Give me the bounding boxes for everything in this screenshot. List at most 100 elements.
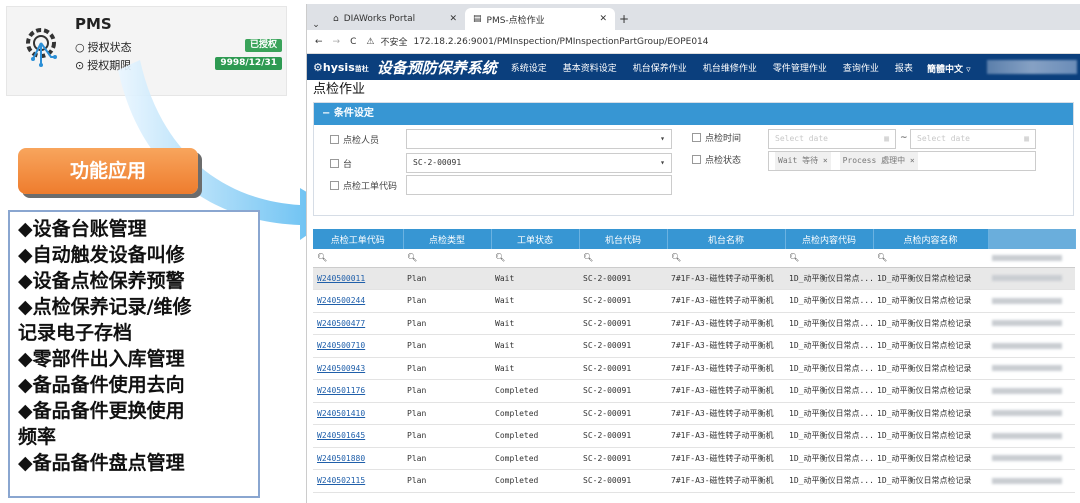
search-icon[interactable]: 🔍︎ [667,249,785,268]
table-cell: SC-2-00091 [579,469,667,493]
filter-row: 🔍︎ 🔍︎ 🔍︎ 🔍︎ 🔍︎ 🔍︎ 🔍︎ [313,249,1075,268]
menu-machine-maintenance[interactable]: 机台保养作业 [633,61,687,74]
calendar-icon[interactable]: ▦ [884,130,889,148]
table-cell: SC-2-00091 [579,267,667,290]
menu-query[interactable]: 查询作业 [843,61,879,74]
table-cell: 1D_动平衡仪日常点检记录 [873,469,988,493]
work-order-link[interactable]: W240502115 [313,469,403,493]
table-row[interactable]: W240502115 Plan Completed SC-2-00091 7#1F-A3… [313,469,1075,493]
work-order-link[interactable]: W240500011 [313,267,403,290]
column-header[interactable]: 工单状态 [491,229,580,249]
brand-sub: 苗杜 [354,64,369,73]
table-cell: 7#1F-A3-磁性转子动平衡机 [667,312,785,335]
calendar-icon[interactable]: ▦ [1024,130,1029,148]
url-field[interactable]: ⚠ 不安全 172.18.2.26:9001/PMInspection/PMIn… [366,35,708,49]
search-icon[interactable]: 🔍︎ [785,249,873,268]
pms-title: PMS [75,15,112,33]
status-multiselect[interactable]: Wait 等待 × Process 處理中 × [768,151,1036,171]
column-header[interactable]: 机台代码 [579,229,668,249]
condition-panel-header[interactable]: − 条件设定 [314,103,1073,125]
table-cell: 1D_动平衡仪日常点... [785,312,873,335]
work-order-link[interactable]: W240500477 [313,312,403,335]
tab-close-icon[interactable]: ✕ [449,14,457,24]
search-icon[interactable]: 🔍︎ [313,249,403,268]
work-order-link[interactable]: W240500244 [313,289,403,313]
new-tab-button[interactable]: + [615,12,633,26]
column-header-blurred[interactable] [988,229,1076,249]
machine-value: SC-2-00091 [413,158,462,167]
forward-arrow-icon[interactable]: → [333,37,341,47]
table-cell: Plan [403,289,491,313]
table-cell: SC-2-00091 [579,312,667,335]
table-cell: Plan [403,334,491,358]
time-end-input[interactable]: Select date ▦ [910,129,1036,149]
work-order-input[interactable] [406,175,672,195]
tab-diaworks-portal[interactable]: ⌂ DIAWorks Portal ✕ [325,8,465,30]
table-row[interactable]: W240500710 Plan Wait SC-2-00091 7#1F-A3-磁性转子… [313,334,1075,358]
time-checkbox[interactable] [692,133,701,142]
machine-select[interactable]: SC-2-00091 ▾ [406,153,672,173]
table-cell: 1D_动平衡仪日常点检记录 [873,402,988,425]
status-chip[interactable]: Wait 等待 × [775,152,831,170]
work-order-link[interactable]: W240501410 [313,402,403,425]
machine-filter[interactable]: 台 [330,157,352,170]
status-checkbox[interactable] [692,155,701,164]
tab-pms-inspection[interactable]: ▤ PMS-点检作业 ✕ [465,8,615,30]
column-header[interactable]: 机台名称 [667,229,786,249]
language-selector[interactable]: 簡體中文 ▿ [927,62,971,75]
menu-basic-data[interactable]: 基本资料设定 [563,61,617,74]
table-row[interactable]: W240501645 Plan Completed SC-2-00091 7#1F-A3… [313,424,1075,448]
table-row[interactable]: W240501410 Plan Completed SC-2-00091 7#1F-A3… [313,402,1075,425]
table-row[interactable]: W240501176 Plan Completed SC-2-00091 7#1F-A3… [313,379,1075,403]
table-row[interactable]: W240501880 Plan Completed SC-2-00091 7#1F-A3… [313,447,1075,470]
reload-icon[interactable]: C [350,37,356,47]
menu-system-settings[interactable]: 系统设定 [511,61,547,74]
menu-machine-repair[interactable]: 机台维修作业 [703,61,757,74]
search-icon[interactable]: 🔍︎ [491,249,579,268]
machine-checkbox[interactable] [330,159,339,168]
menu-parts-management[interactable]: 零件管理作业 [773,61,827,74]
status-filter[interactable]: 点检状态 [692,153,741,166]
tab-list-chevron-icon[interactable]: ⌄ [307,20,325,30]
inspector-checkbox[interactable] [330,135,339,144]
status-chip[interactable]: Process 處理中 × [839,152,918,170]
table-row[interactable]: W240500943 Plan Wait SC-2-00091 7#1F-A3-磁性转子… [313,357,1075,380]
search-icon[interactable]: 🔍︎ [579,249,667,268]
blurred-cell [988,469,1075,493]
feature-item: ◆备品备件使用去向 [18,374,185,396]
caret-down-icon: ▾ [660,158,665,167]
search-icon[interactable]: 🔍︎ [403,249,491,268]
work-order-link[interactable]: W240501645 [313,424,403,448]
time-filter[interactable]: 点检时间 [692,131,741,144]
work-order-link[interactable]: W240500710 [313,334,403,358]
tab-label: DIAWorks Portal [343,14,416,24]
column-header[interactable]: 点检内容名称 [873,229,989,249]
table-row[interactable]: W240500244 Plan Wait SC-2-00091 7#1F-A3-磁性转子… [313,289,1075,313]
page-title: 点检作业 [313,82,366,97]
table-cell: 7#1F-A3-磁性转子动平衡机 [667,334,785,358]
inspection-grid: 点检工单代码 点检类型 工单状态 机台代码 机台名称 点检内容代码 点检内容名称… [313,229,1076,493]
column-header[interactable]: 点检类型 [403,229,492,249]
license-period-row: ⊙ 授权期限 [75,57,131,73]
work-order-link[interactable]: W240501176 [313,379,403,403]
inspector-select[interactable]: ▾ [406,129,672,149]
work-order-link[interactable]: W240500943 [313,357,403,380]
table-cell: 1D_动平衡仪日常点... [785,357,873,380]
work-order-link[interactable]: W240501880 [313,447,403,470]
inspector-filter[interactable]: 点检人员 [330,133,379,146]
table-cell: 1D_动平衡仪日常点检记录 [873,334,988,358]
table-cell: Plan [403,267,491,290]
column-header[interactable]: 点检工单代码 [313,229,404,249]
table-cell: Plan [403,402,491,425]
search-icon[interactable]: 🔍︎ [873,249,988,268]
tab-close-icon[interactable]: ✕ [599,14,607,24]
work-order-filter[interactable]: 点检工单代码 [330,179,397,192]
menu-reports[interactable]: 报表 [895,61,913,74]
time-start-input[interactable]: Select date ▦ [768,129,896,149]
column-header[interactable]: 点检内容代码 [785,229,874,249]
work-order-checkbox[interactable] [330,181,339,190]
table-row[interactable]: W240500011 Plan Wait SC-2-00091 7#1F-A3-磁性转子… [313,267,1075,290]
blurred-cell [988,357,1075,380]
back-arrow-icon[interactable]: ← [315,37,323,47]
table-row[interactable]: W240500477 Plan Wait SC-2-00091 7#1F-A3-磁性转子… [313,312,1075,335]
